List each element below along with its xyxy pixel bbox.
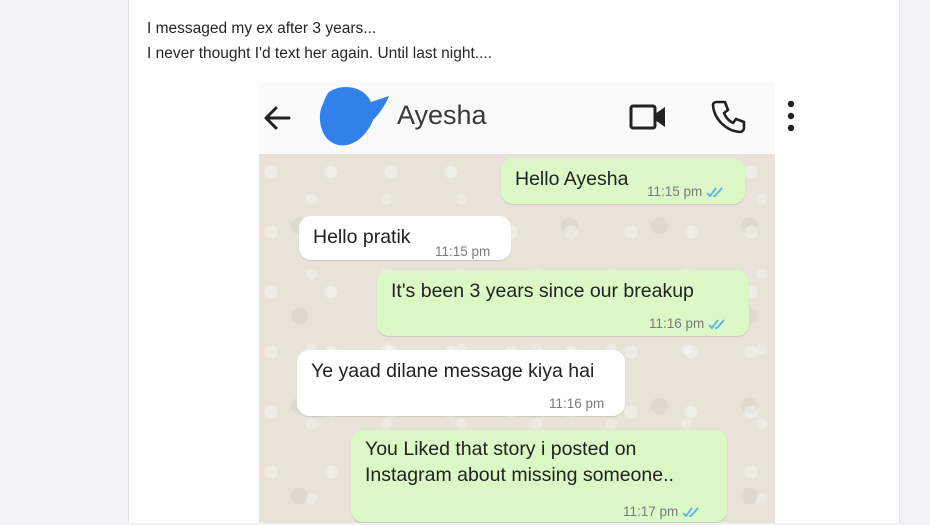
message-time: 11:15 pm bbox=[647, 184, 703, 199]
phone-icon[interactable] bbox=[711, 98, 747, 134]
back-arrow-icon[interactable] bbox=[259, 100, 295, 136]
chat-screenshot: Ayesha Hello Ayesha 11:15 pm Hello prati… bbox=[259, 82, 795, 523]
avatar[interactable] bbox=[315, 84, 395, 148]
message-bubble-outgoing[interactable]: You Liked that story i posted on Instagr… bbox=[351, 430, 727, 522]
contact-name[interactable]: Ayesha bbox=[397, 100, 487, 131]
more-options-icon[interactable] bbox=[785, 98, 797, 134]
video-call-icon[interactable] bbox=[629, 100, 667, 134]
message-meta: 11:17 pm bbox=[623, 498, 702, 525]
message-bubble-incoming[interactable]: Hello pratik 11:15 pm bbox=[299, 216, 511, 260]
message-text-line: You Liked that story i posted on bbox=[365, 438, 637, 460]
caption-line: I never thought I'd text her again. Unti… bbox=[147, 45, 493, 62]
chat-header: Ayesha bbox=[259, 82, 795, 154]
message-text: Hello Ayesha bbox=[515, 168, 629, 190]
message-meta: 11:15 pm bbox=[647, 178, 726, 205]
caption-line: I messaged my ex after 3 years... bbox=[147, 20, 377, 37]
post-caption: I messaged my ex after 3 years... I neve… bbox=[147, 16, 492, 66]
message-text: It's been 3 years since our breakup bbox=[391, 280, 694, 302]
message-bubble-outgoing[interactable]: It's been 3 years since our breakup 11:1… bbox=[377, 270, 749, 336]
message-time: 11:15 pm bbox=[435, 244, 491, 259]
message-text-line: Instagram about missing someone.. bbox=[365, 464, 674, 486]
message-time: 11:16 pm bbox=[649, 316, 705, 331]
read-ticks-icon bbox=[708, 318, 725, 329]
chat-area: Hello Ayesha 11:15 pm Hello pratik 11:15… bbox=[259, 154, 775, 523]
read-ticks-icon bbox=[682, 506, 699, 517]
message-text: Ye yaad dilane message kiya hai bbox=[311, 360, 595, 382]
message-time: 11:17 pm bbox=[623, 504, 679, 519]
message-bubble-incoming[interactable]: Ye yaad dilane message kiya hai 11:16 pm bbox=[297, 350, 625, 416]
message-bubble-outgoing[interactable]: Hello Ayesha 11:15 pm bbox=[501, 158, 745, 204]
message-meta: 11:15 pm bbox=[435, 238, 490, 265]
message-meta: 11:16 pm bbox=[549, 390, 604, 417]
message-time: 11:16 pm bbox=[549, 396, 605, 411]
message-text: Hello pratik bbox=[313, 226, 411, 248]
message-meta: 11:16 pm bbox=[649, 310, 728, 337]
post-card: I messaged my ex after 3 years... I neve… bbox=[128, 0, 900, 523]
read-ticks-icon bbox=[706, 186, 723, 197]
